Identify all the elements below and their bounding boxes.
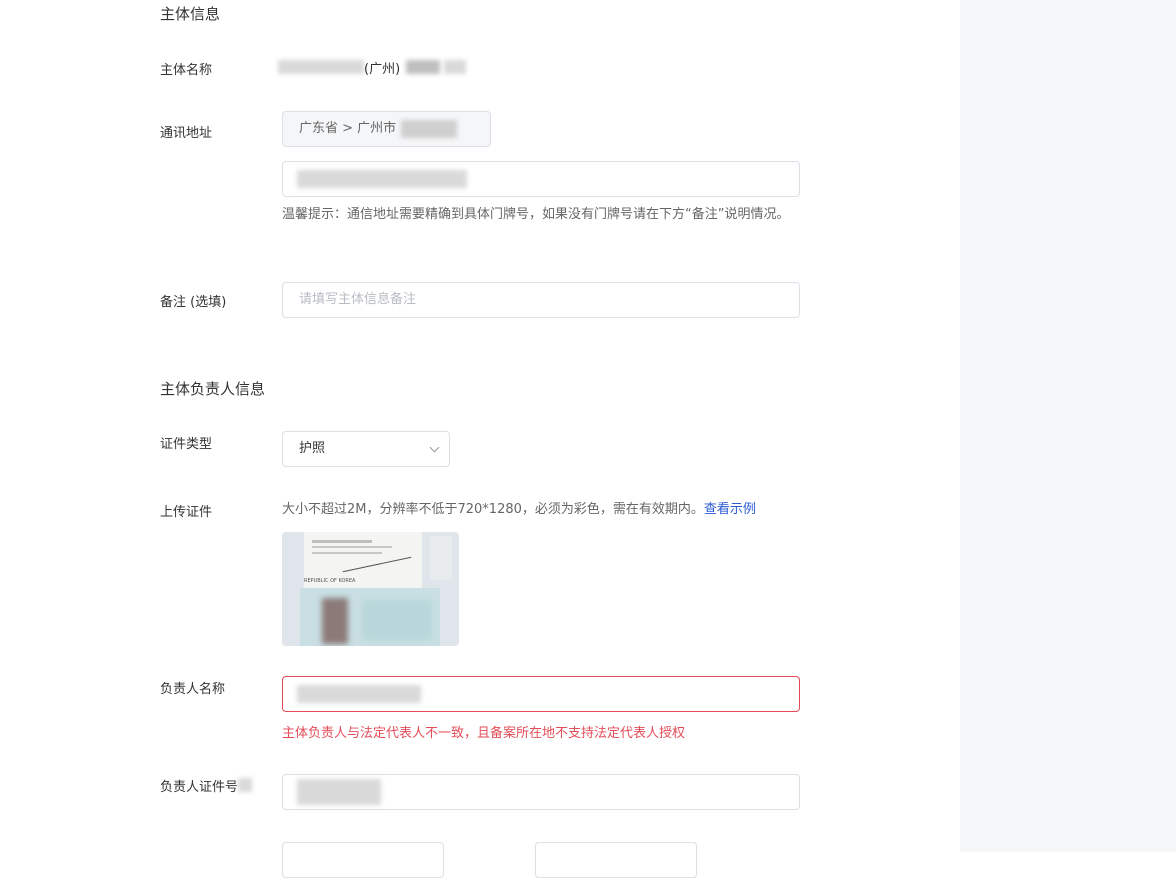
id-type-value: 护照 [299,441,326,456]
uploaded-id-document-image[interactable]: REPUBLIC OF KOREA [282,532,459,646]
address-hint: 温馨提示：通信地址需要精确到具体门牌号，如果没有门牌号请在下方“备注”说明情况。 [282,207,790,222]
address-label: 通讯地址 [160,126,213,141]
id-type-label: 证件类型 [160,437,213,452]
view-example-link[interactable]: 查看示例 [704,502,756,517]
section-title-principal: 主体负责人信息 [160,380,266,398]
id-type-select[interactable]: 护照 [282,431,450,467]
principal-id-number-label: 负责人证件号 [160,776,252,795]
principal-name-error: 主体负责人与法定代表人不一致，且备案所在地不支持法定代表人授权 [282,726,686,741]
subject-name-label: 主体名称 [160,63,213,78]
principal-id-number-input[interactable] [282,774,800,810]
address-region-select[interactable]: 广东省 > 广州市 [282,111,491,147]
bottom-field-right[interactable] [535,842,697,878]
right-side-panel [960,0,1176,852]
chevron-down-icon [429,442,440,453]
principal-name-input[interactable] [282,676,800,712]
address-region-value: 广东省 > 广州市 [299,121,397,136]
remark-input[interactable]: 请填写主体信息备注 [282,282,800,318]
remark-label: 备注 (选填) [160,295,227,310]
upload-label: 上传证件 [160,505,213,520]
upload-hint: 大小不超过2M，分辨率不低于720*1280，必须为彩色，需在有效期内。查看示例 [282,499,756,521]
section-title-subject: 主体信息 [160,5,221,23]
subject-name-value: (广州) [278,58,478,77]
address-detail-input[interactable] [282,161,800,197]
doc-image-caption: REPUBLIC OF KOREA [304,578,356,584]
principal-name-label: 负责人名称 [160,682,226,697]
remark-placeholder: 请填写主体信息备注 [299,292,417,307]
upload-hint-text: 大小不超过2M，分辨率不低于720*1280，必须为彩色，需在有效期内。 [282,502,704,517]
bottom-field-left[interactable] [282,842,444,878]
